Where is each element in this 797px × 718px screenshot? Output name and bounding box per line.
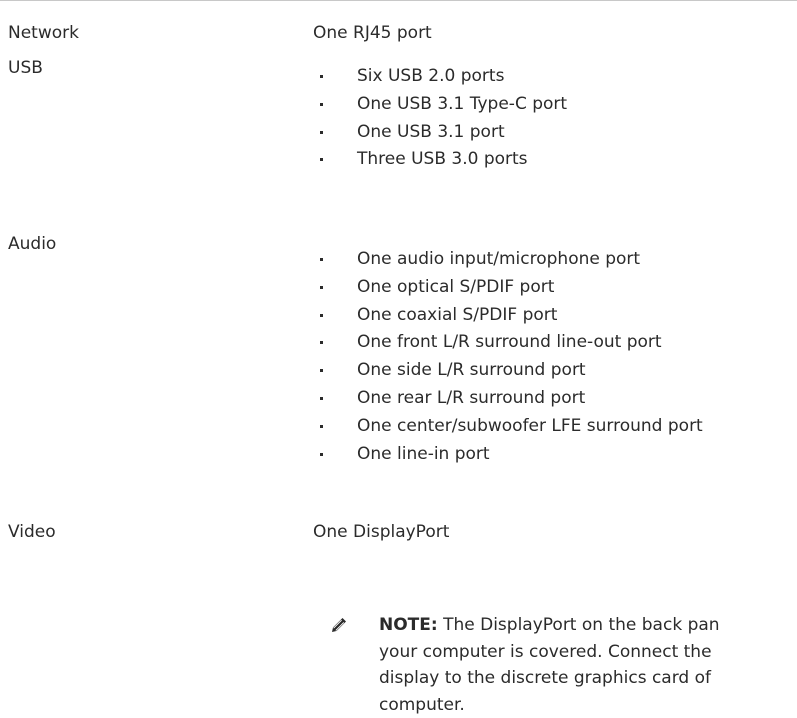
note-line: computer.: [379, 692, 797, 718]
audio-port-list: One audio input/microphone port One opti…: [313, 248, 703, 470]
list-item: One line-in port: [313, 443, 703, 471]
list-item: One side L/R surround port: [313, 359, 703, 387]
bullet-icon: [320, 131, 323, 134]
note-line: display to the discrete graphics card of: [379, 665, 797, 692]
bullet-icon: [320, 286, 323, 289]
bullet-icon: [320, 158, 323, 161]
list-item: Three USB 3.0 ports: [313, 148, 567, 176]
list-item: One USB 3.1 Type-C port: [313, 93, 567, 121]
bullet-icon: [320, 341, 323, 344]
note-text: NOTE: The DisplayPort on the back pan yo…: [379, 612, 797, 718]
note-prefix: NOTE:: [379, 615, 438, 635]
network-label: Network: [8, 22, 79, 44]
bullet-icon: [320, 397, 323, 400]
usb-label: USB: [8, 57, 43, 79]
list-item: One USB 3.1 port: [313, 121, 567, 149]
video-label: Video: [8, 521, 56, 543]
list-item: One front L/R surround line-out port: [313, 331, 703, 359]
bullet-icon: [320, 103, 323, 106]
note-line: NOTE: The DisplayPort on the back pan: [379, 612, 797, 639]
note-line: your computer is covered. Connect the: [379, 639, 797, 666]
top-divider: [0, 0, 797, 1]
list-item: One center/subwoofer LFE surround port: [313, 415, 703, 443]
bullet-icon: [320, 453, 323, 456]
bullet-icon: [320, 75, 323, 78]
list-item: One audio input/microphone port: [313, 248, 703, 276]
audio-label: Audio: [8, 233, 56, 255]
list-item: Six USB 2.0 ports: [313, 65, 567, 93]
list-item: One coaxial S/PDIF port: [313, 304, 703, 332]
bullet-icon: [320, 369, 323, 372]
network-value: One RJ45 port: [313, 22, 432, 44]
bullet-icon: [320, 314, 323, 317]
list-item: One optical S/PDIF port: [313, 276, 703, 304]
list-item: One rear L/R surround port: [313, 387, 703, 415]
usb-port-list: Six USB 2.0 ports One USB 3.1 Type-C por…: [313, 65, 567, 176]
pencil-icon: [330, 616, 348, 634]
video-value: One DisplayPort: [313, 521, 449, 543]
bullet-icon: [320, 425, 323, 428]
bullet-icon: [320, 258, 323, 261]
